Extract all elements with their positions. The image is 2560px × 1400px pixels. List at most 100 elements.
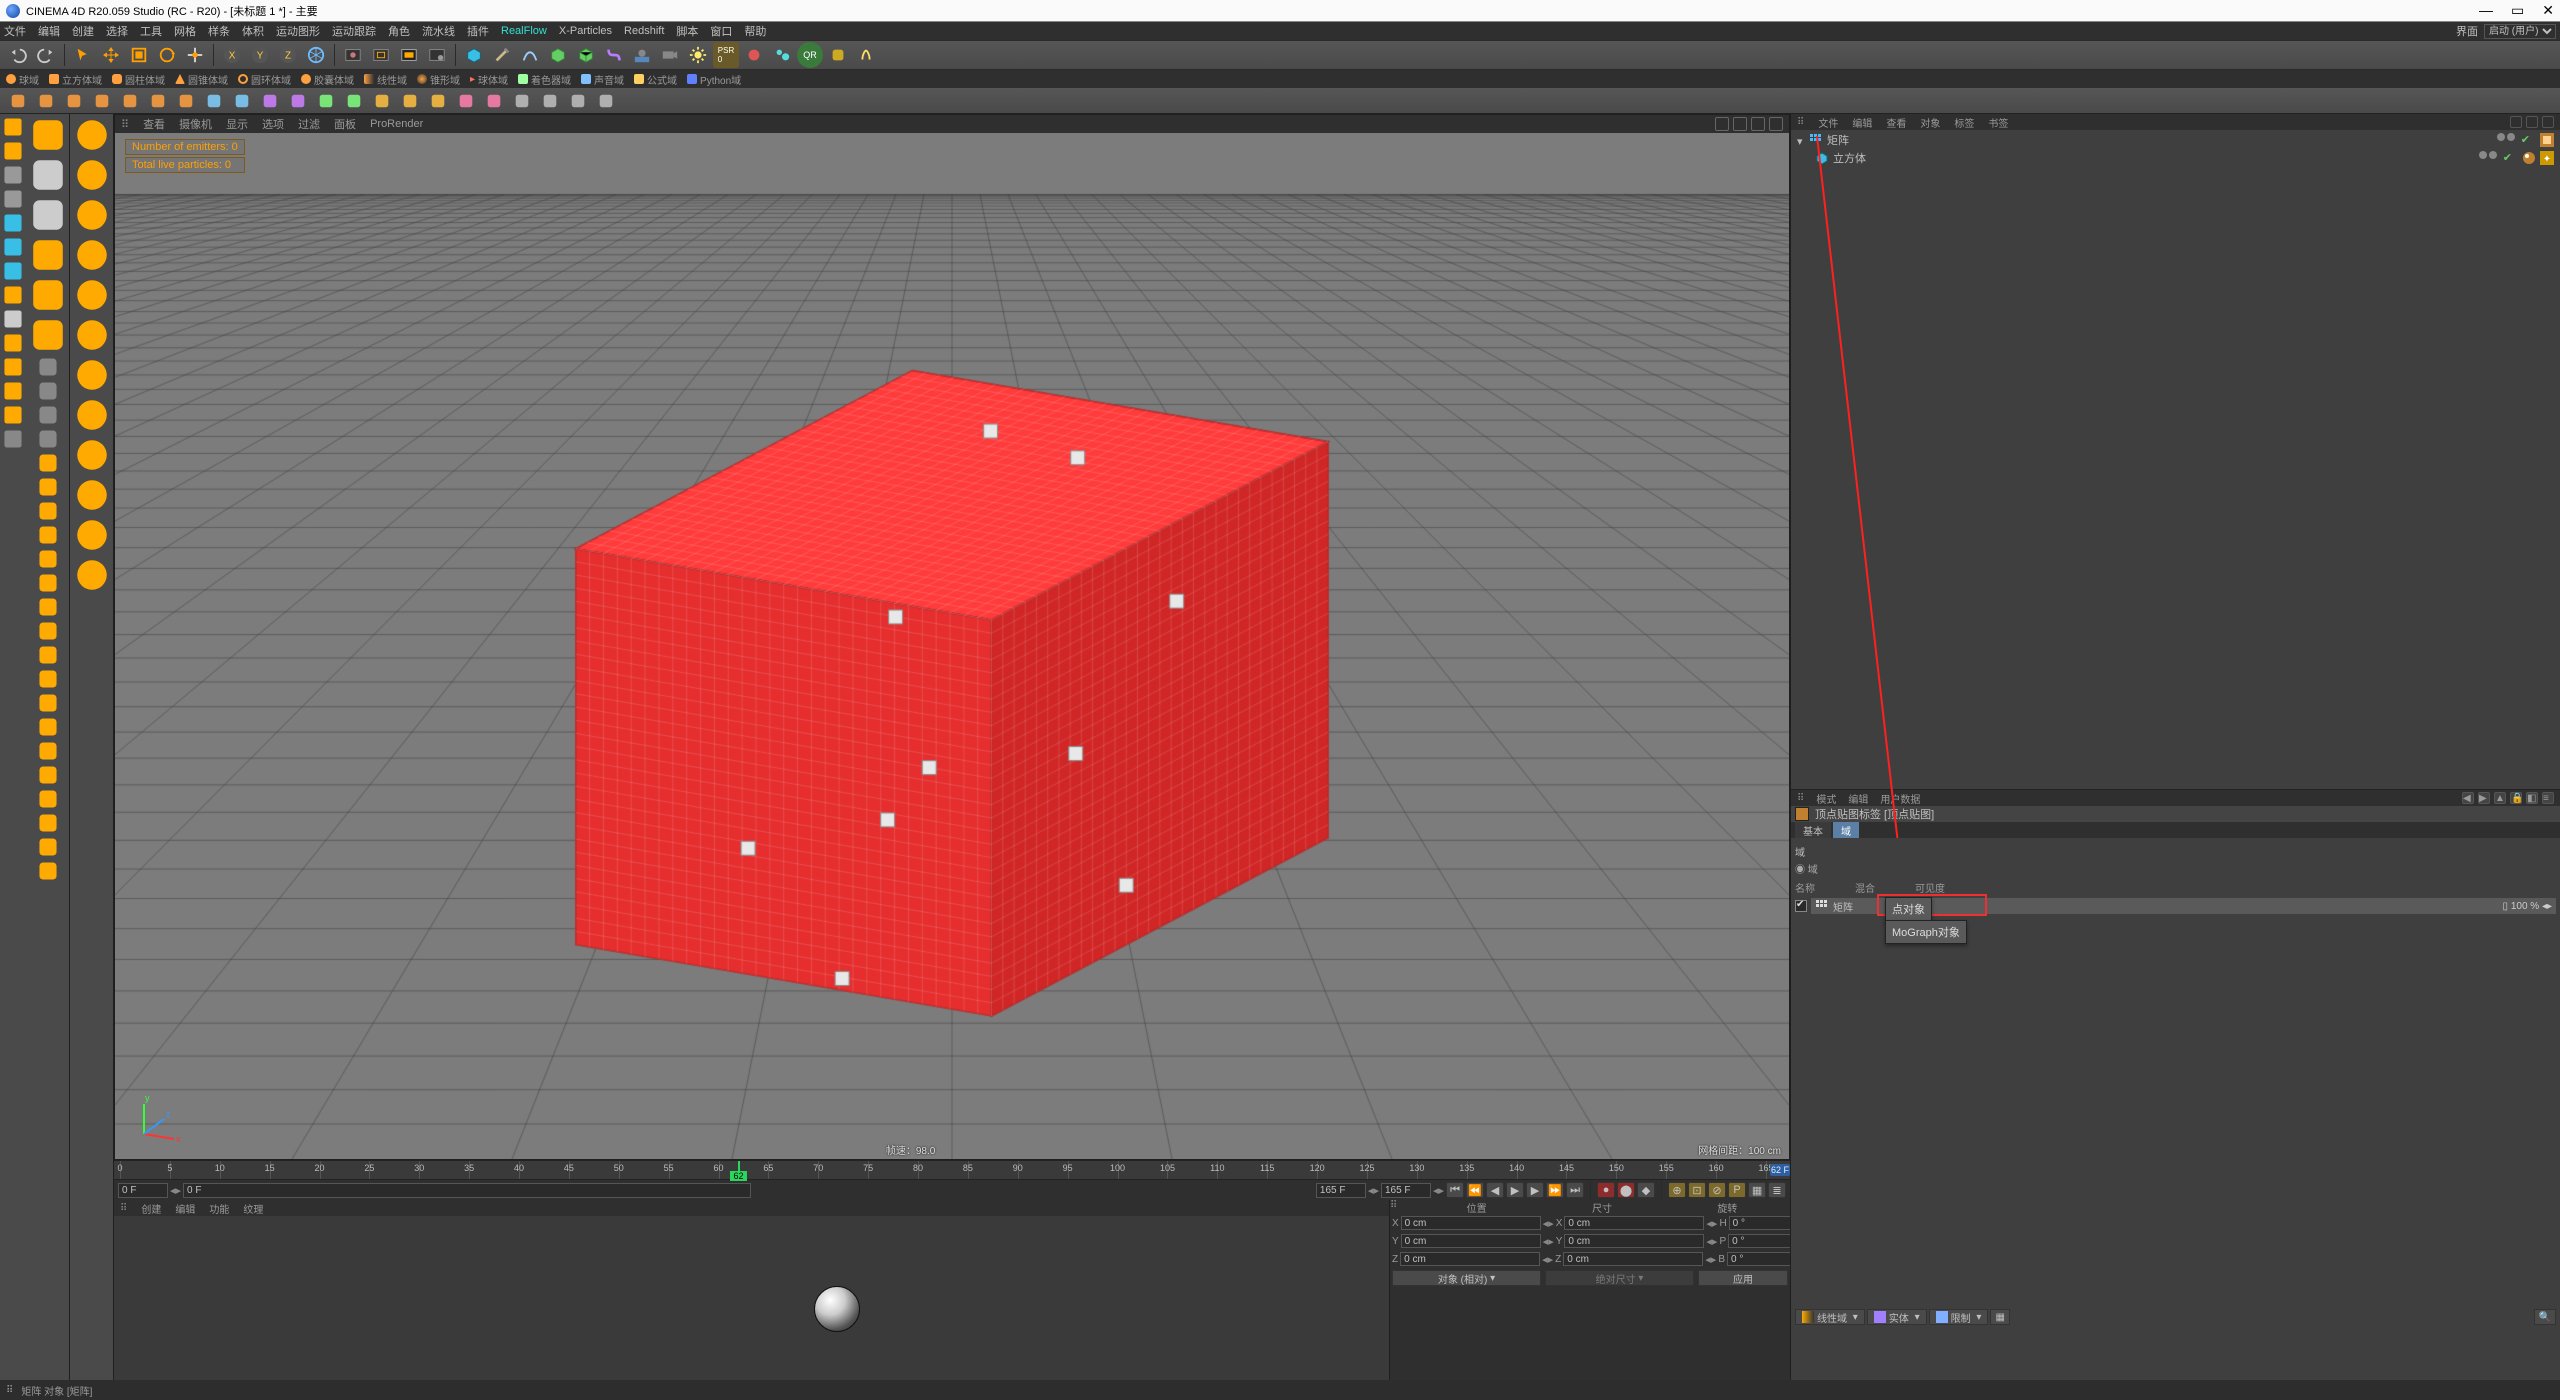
key-opt-icon[interactable]: ≣ <box>1768 1182 1786 1198</box>
render-pv-icon[interactable] <box>396 42 422 68</box>
field-cube[interactable]: 立方体域 <box>49 72 102 87</box>
vp-nav-toggle-icon[interactable] <box>1769 117 1783 131</box>
pal1-5[interactable] <box>2 236 24 258</box>
pal1-10[interactable] <box>2 356 24 378</box>
shelf3-icon-14[interactable] <box>397 88 423 114</box>
menu-edit[interactable]: 编辑 <box>38 23 60 39</box>
pal3-9[interactable] <box>73 476 111 514</box>
redo-icon[interactable] <box>33 42 59 68</box>
axis-z-icon[interactable]: Z <box>275 42 301 68</box>
menu-create[interactable]: 创建 <box>72 23 94 39</box>
mat-func[interactable]: 功能 <box>209 1201 229 1216</box>
time-end2-field[interactable] <box>1381 1183 1431 1198</box>
am-up-icon[interactable]: ▲ <box>2494 792 2506 804</box>
size-x[interactable] <box>1564 1216 1704 1230</box>
size-y[interactable] <box>1564 1234 1704 1248</box>
vp-panel[interactable]: 面板 <box>334 116 356 132</box>
shelf3-icon-16[interactable] <box>453 88 479 114</box>
shelf3-icon-15[interactable] <box>425 88 451 114</box>
am-back-icon[interactable]: ◀ <box>2462 792 2474 804</box>
shelf3-icon-6[interactable] <box>173 88 199 114</box>
layout-select[interactable]: 启动 (用户) <box>2484 24 2556 39</box>
goto-end-icon[interactable]: ⏭ <box>1566 1182 1584 1198</box>
pal1-4[interactable] <box>2 212 24 234</box>
shelf3-icon-0[interactable] <box>5 88 31 114</box>
material-area[interactable] <box>114 1216 1389 1380</box>
pal2-23[interactable] <box>37 764 59 786</box>
pal2-4[interactable] <box>29 276 67 314</box>
menu-xparticles[interactable]: X-Particles <box>559 25 612 37</box>
subdiv-icon[interactable] <box>573 42 599 68</box>
am-edit[interactable]: 编辑 <box>1848 791 1868 806</box>
vmap-tag-icon[interactable] <box>2540 133 2554 147</box>
field-capsule[interactable]: 胶囊体域 <box>301 72 354 87</box>
am-userdata[interactable]: 用户数据 <box>1880 791 1920 806</box>
om-bookmark[interactable]: 书签 <box>1988 115 2008 130</box>
timeline-ruler[interactable]: 0510152025303540455055606570758085909510… <box>114 1160 1790 1180</box>
next-key-icon[interactable]: ⏩ <box>1546 1182 1564 1198</box>
coord-sys-icon[interactable] <box>303 42 329 68</box>
pal2-13[interactable] <box>37 524 59 546</box>
shelf3-icon-10[interactable] <box>285 88 311 114</box>
psr-icon[interactable]: PSR0 <box>713 42 739 68</box>
spline-primitive-icon[interactable] <box>517 42 543 68</box>
shelf3-icon-12[interactable] <box>341 88 367 114</box>
menu-tracking[interactable]: 运动跟踪 <box>332 23 376 39</box>
pal2-20[interactable] <box>37 692 59 714</box>
prev-frame-icon[interactable]: ◀ <box>1486 1182 1504 1198</box>
pal1-8[interactable] <box>2 308 24 330</box>
shelf3-icon-7[interactable] <box>201 88 227 114</box>
pal1-11[interactable] <box>2 380 24 402</box>
maximize-button[interactable]: ▭ <box>2511 2 2524 19</box>
pal3-7[interactable] <box>73 396 111 434</box>
om-file[interactable]: 文件 <box>1818 115 1838 130</box>
pal2-12[interactable] <box>37 500 59 522</box>
pal2-11[interactable] <box>37 476 59 498</box>
om-filter-icon[interactable] <box>2526 116 2538 128</box>
vp-nav-rotate-icon[interactable] <box>1751 117 1765 131</box>
shelf3-icon-21[interactable] <box>593 88 619 114</box>
vp-filter[interactable]: 过滤 <box>298 116 320 132</box>
pal3-4[interactable] <box>73 276 111 314</box>
pal2-9[interactable] <box>37 428 59 450</box>
pal1-9[interactable] <box>2 332 24 354</box>
key-s-icon[interactable]: ⊡ <box>1688 1182 1706 1198</box>
menu-spline[interactable]: 样条 <box>208 23 230 39</box>
pal1-7[interactable] <box>2 284 24 306</box>
pal2-6[interactable] <box>37 356 59 378</box>
pal2-2[interactable] <box>29 196 67 234</box>
viewport[interactable]: Number of emitters: 0 Total live particl… <box>115 133 1789 1159</box>
menu-character[interactable]: 角色 <box>388 23 410 39</box>
pal3-3[interactable] <box>73 236 111 274</box>
shelf3-icon-9[interactable] <box>257 88 283 114</box>
xp-extra-icon[interactable] <box>825 42 851 68</box>
xp-misc-icon[interactable] <box>853 42 879 68</box>
om-tags[interactable]: 标签 <box>1954 115 1974 130</box>
pal2-8[interactable] <box>37 404 59 426</box>
pal2-1[interactable] <box>29 156 67 194</box>
shelf3-icon-4[interactable] <box>117 88 143 114</box>
extra-tag-icon[interactable]: ✦ <box>2540 151 2554 165</box>
play-icon[interactable]: ▶ <box>1506 1182 1524 1198</box>
pal3-5[interactable] <box>73 316 111 354</box>
field-group[interactable]: ▸球体域 <box>470 72 508 87</box>
pal1-2[interactable] <box>2 164 24 186</box>
minimize-button[interactable]: — <box>2479 2 2493 19</box>
keysel-icon[interactable]: ◆ <box>1637 1182 1655 1198</box>
vp-prorender[interactable]: ProRender <box>370 118 423 130</box>
menu-mesh[interactable]: 网格 <box>174 23 196 39</box>
menu-select[interactable]: 选择 <box>106 23 128 39</box>
om-row-cube[interactable]: 立方体 ✔ ✦ <box>1797 150 2554 166</box>
am-btn-clamp[interactable]: 限制 ▾ <box>1929 1309 1989 1325</box>
pal1-12[interactable] <box>2 404 24 426</box>
pal2-26[interactable] <box>37 836 59 858</box>
undo-icon[interactable] <box>5 42 31 68</box>
spline-pen-icon[interactable] <box>489 42 515 68</box>
record-key-icon[interactable]: ● <box>1597 1182 1615 1198</box>
xp-system-icon[interactable] <box>769 42 795 68</box>
camera-icon[interactable] <box>657 42 683 68</box>
vp-nav-move-icon[interactable] <box>1715 117 1729 131</box>
goto-start-icon[interactable]: ⏮ <box>1446 1182 1464 1198</box>
field-sound[interactable]: 声音域 <box>581 72 624 87</box>
om-path-icon[interactable] <box>2542 116 2554 128</box>
